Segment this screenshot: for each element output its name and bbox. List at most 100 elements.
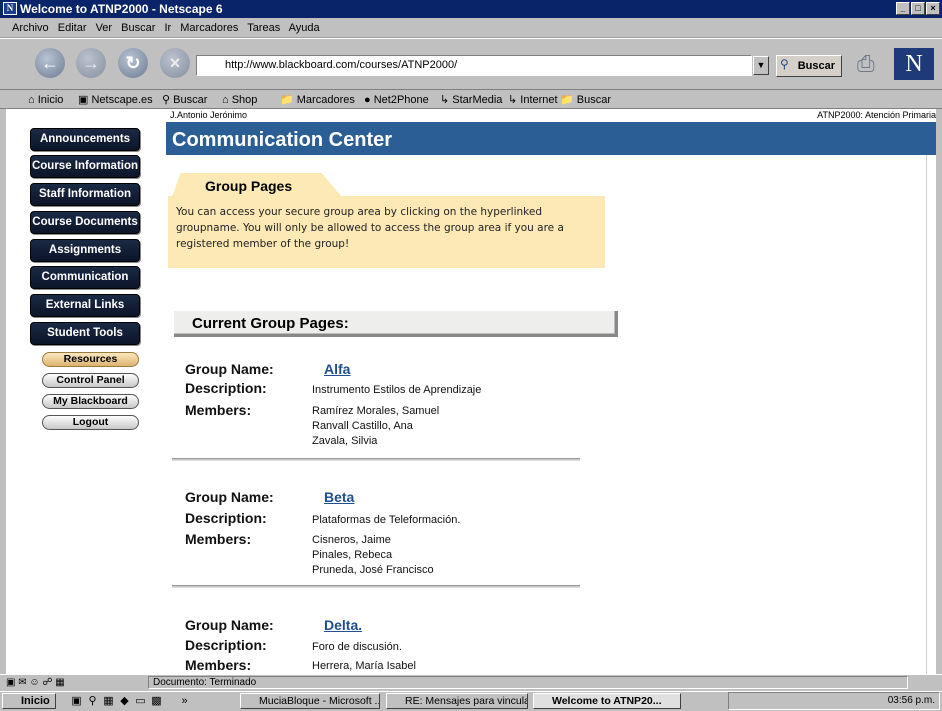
window-title: Welcome to ATNP2000 - Netscape 6 xyxy=(20,2,223,16)
bookmark-label: Buscar xyxy=(173,94,208,106)
reload-icon[interactable]: ↻ xyxy=(118,48,148,78)
resources-button[interactable]: Resources xyxy=(42,352,139,367)
current-group-pages-heading: Current Group Pages: xyxy=(174,311,618,337)
group-link-alfa[interactable]: Alfa xyxy=(324,361,350,377)
status-icons: ▣ ✉ ☺ ☍ ▦ xyxy=(6,677,65,688)
nav-communication[interactable]: Communication xyxy=(30,266,140,289)
menu-ver[interactable]: Ver xyxy=(96,22,113,34)
description-label: Description: xyxy=(185,380,267,396)
bookmark-buscar[interactable]: ⚲ Buscar xyxy=(162,91,207,109)
frame-divider xyxy=(926,155,927,674)
quicklaunch-word-icon[interactable]: ▣ xyxy=(70,695,83,707)
group-name-label: Group Name: xyxy=(185,617,274,633)
course-name: ATNP2000: Atención Primaria xyxy=(817,110,936,120)
bookmark-label: Internet xyxy=(520,94,558,106)
close-button[interactable]: × xyxy=(926,2,940,15)
menu-bar: Archivo Editar Ver Buscar Ir Marcadores … xyxy=(0,18,942,38)
group-description: Foro de discusión. xyxy=(312,641,402,653)
nav-staff-information[interactable]: Staff Information xyxy=(30,183,140,206)
bookmark-label: Shop xyxy=(231,94,258,106)
bookmark-marcadores[interactable]: 📁 Marcadores xyxy=(280,91,355,109)
bookmark-label: Inicio xyxy=(37,94,64,106)
description-label: Description: xyxy=(185,510,267,526)
minimize-button[interactable]: _ xyxy=(896,2,910,15)
taskbar-item-word[interactable]: MuciaBloque - Microsoft ... xyxy=(240,693,380,709)
group-member: Cisneros, Jaime xyxy=(312,534,391,546)
description-label: Description: xyxy=(185,637,267,653)
menu-archivo[interactable]: Archivo xyxy=(12,22,49,34)
group-name-label: Group Name: xyxy=(185,489,274,505)
group-member: Pinales, Rebeca xyxy=(312,549,393,561)
stop-icon[interactable]: × xyxy=(160,48,190,78)
print-icon[interactable]: ⎙ xyxy=(857,51,887,77)
bookmark-netscape[interactable]: ▣ Netscape.es xyxy=(78,91,153,109)
group-link-delta[interactable]: Delta. xyxy=(324,617,362,633)
maximize-button[interactable]: □ xyxy=(911,2,925,15)
url-history-dropdown[interactable]: ▼ xyxy=(753,56,769,75)
members-label: Members: xyxy=(185,657,252,673)
menu-ayuda[interactable]: Ayuda xyxy=(289,22,320,34)
nav-assignments[interactable]: Assignments xyxy=(30,239,140,262)
taskbar-item-outlook[interactable]: RE: Mensajes para vincula... xyxy=(386,693,528,709)
logout-button[interactable]: Logout xyxy=(42,415,139,430)
system-tray: 03:56 p.m. xyxy=(728,692,940,710)
menu-buscar[interactable]: Buscar xyxy=(121,22,155,34)
group-member: Pruneda, José Francisco xyxy=(312,564,434,576)
bookmark-net2phone[interactable]: ● Net2Phone xyxy=(364,91,429,109)
bookmark-shop[interactable]: ⌂ Shop xyxy=(222,91,257,109)
group-description: Plataformas de Teleformación. xyxy=(312,514,461,526)
nav-announcements[interactable]: Announcements xyxy=(30,128,140,151)
group-pages-description: You can access your secure group area by… xyxy=(168,196,605,268)
control-panel-button[interactable]: Control Panel xyxy=(42,373,139,388)
members-label: Members: xyxy=(185,531,252,547)
menu-ir[interactable]: Ir xyxy=(164,22,171,34)
quicklaunch-app-icon[interactable]: ▦ xyxy=(102,695,115,707)
group-member: Ramírez Morales, Samuel xyxy=(312,405,440,417)
my-blackboard-button[interactable]: My Blackboard xyxy=(42,394,139,409)
bookmark-label: Net2Phone xyxy=(373,94,429,106)
bookmark-buscar-folder[interactable]: 📁 Buscar xyxy=(560,91,611,109)
url-input[interactable]: http://www.blackboard.com/courses/ATNP20… xyxy=(196,55,752,76)
user-name: J.Antonio Jerónimo xyxy=(170,110,248,120)
clock: 03:56 p.m. xyxy=(887,695,935,706)
quicklaunch-powerpoint-icon[interactable]: ▩ xyxy=(150,695,163,707)
nav-external-links[interactable]: External Links xyxy=(30,294,140,317)
bookmark-label: Marcadores xyxy=(296,94,355,106)
menu-marcadores[interactable]: Marcadores xyxy=(180,22,238,34)
forward-icon[interactable]: → xyxy=(76,48,106,78)
group-pages-tab: Group Pages xyxy=(172,173,342,197)
netscape-logo[interactable]: N xyxy=(894,48,934,80)
group-name-label: Group Name: xyxy=(185,361,274,377)
taskbar-overflow-icon[interactable]: » xyxy=(178,695,191,707)
right-scrollbar-strip[interactable] xyxy=(936,109,942,674)
group-description: Instrumento Estilos de Aprendizaje xyxy=(312,384,482,396)
menu-tareas[interactable]: Tareas xyxy=(247,22,280,34)
back-icon[interactable]: ← xyxy=(35,48,65,78)
nav-student-tools[interactable]: Student Tools xyxy=(30,322,140,345)
personal-toolbar: ⌂ Inicio ▣ Netscape.es ⚲ Buscar ⌂ Shop 📁… xyxy=(0,91,942,109)
bookmark-label: StarMedia xyxy=(452,94,503,106)
bookmark-label: Buscar xyxy=(576,94,612,106)
window-title-bar: Welcome to ATNP2000 - Netscape 6 xyxy=(0,0,942,18)
group-member: Zavala, Silvia xyxy=(312,435,378,447)
group-separator xyxy=(172,585,580,588)
bookmark-inicio[interactable]: ⌂ Inicio xyxy=(28,91,63,109)
group-member: Herrera, María Isabel xyxy=(312,660,416,672)
bookmark-label: Netscape.es xyxy=(91,94,153,106)
bookmark-starmedia[interactable]: ↳ StarMedia xyxy=(440,91,502,109)
group-member: Ranvall Castillo, Ana xyxy=(312,420,413,432)
netscape-app-icon: N xyxy=(3,2,17,15)
nav-course-information[interactable]: Course Information xyxy=(30,155,140,178)
group-link-beta[interactable]: Beta xyxy=(324,489,354,505)
start-button[interactable]: Inicio xyxy=(2,693,56,709)
taskbar-item-netscape[interactable]: Welcome to ATNP20... xyxy=(533,693,681,709)
bookmark-internet[interactable]: ↳ Internet xyxy=(508,91,558,109)
search-icon: ⚲ xyxy=(780,57,789,71)
quicklaunch-search-icon[interactable]: ⚲ xyxy=(86,695,99,707)
status-text: Documento: Terminado xyxy=(148,676,908,689)
quicklaunch-desktop-icon[interactable]: ▭ xyxy=(134,695,147,707)
menu-editar[interactable]: Editar xyxy=(58,22,87,34)
quicklaunch-tool-icon[interactable]: ◆ xyxy=(118,695,131,707)
nav-course-documents[interactable]: Course Documents xyxy=(30,211,140,234)
members-label: Members: xyxy=(185,402,252,418)
